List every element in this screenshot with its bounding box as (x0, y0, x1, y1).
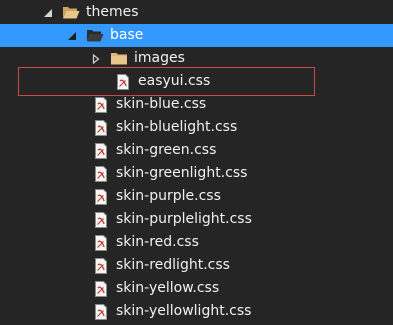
expanded-arrow-icon[interactable] (42, 7, 54, 19)
tree-node-label: images (134, 50, 185, 66)
solution-explorer-tree: themes base images easyui.css skin-blue.… (0, 0, 393, 325)
tree-node-file[interactable]: skin-greenlight.css (0, 162, 393, 185)
css-file-icon (92, 142, 110, 159)
css-file-icon (92, 96, 110, 113)
css-file-icon (92, 234, 110, 251)
tree-node-file[interactable]: skin-bluelight.css (0, 116, 393, 139)
css-file-icon (92, 303, 110, 320)
tree-node-label: skin-blue.css (116, 96, 207, 112)
tree-node-file[interactable]: skin-purplelight.css (0, 208, 393, 231)
tree-node-label: skin-yellow.css (116, 280, 220, 296)
folder-icon (110, 51, 128, 67)
tree-node-label: skin-redlight.css (116, 257, 230, 273)
tree-node-file[interactable]: skin-green.css (0, 139, 393, 162)
collapsed-arrow-icon[interactable] (90, 53, 102, 65)
tree-node-label: skin-purple.css (116, 188, 221, 204)
tree-node-label: skin-greenlight.css (116, 165, 248, 181)
css-file-icon (92, 211, 110, 228)
tree-node-label: base (110, 27, 144, 43)
css-file-icon (92, 257, 110, 274)
tree-node-file[interactable]: skin-redlight.css (0, 254, 393, 277)
tree-node-themes[interactable]: themes (0, 1, 393, 24)
tree-node-file[interactable]: skin-yellowlight.css (0, 300, 393, 323)
tree-node-label: skin-red.css (116, 234, 199, 250)
tree-node-file[interactable]: easyui.css (0, 70, 393, 93)
tree-node-file[interactable]: skin-yellow.css (0, 277, 393, 300)
css-file-icon (92, 188, 110, 205)
css-file-icon (92, 119, 110, 136)
css-file-icon (92, 165, 110, 182)
tree-node-file[interactable]: skin-purple.css (0, 185, 393, 208)
tree-node-label: skin-purplelight.css (116, 211, 252, 227)
tree-node-base[interactable]: base (0, 24, 393, 47)
tree-node-label: skin-green.css (116, 142, 217, 158)
tree-node-file[interactable]: skin-blue.css (0, 93, 393, 116)
expanded-arrow-icon[interactable] (66, 30, 78, 42)
tree-node-images[interactable]: images (0, 47, 393, 70)
tree-node-label: themes (86, 4, 139, 20)
folder-open-icon (62, 5, 80, 21)
css-file-icon (92, 280, 110, 297)
css-file-icon (114, 73, 132, 90)
folder-open-icon (86, 28, 104, 44)
tree-node-label: skin-bluelight.css (116, 119, 238, 135)
tree-node-label: easyui.css (138, 73, 211, 89)
tree-node-label: skin-yellowlight.css (116, 303, 252, 319)
tree-node-file[interactable]: skin-red.css (0, 231, 393, 254)
